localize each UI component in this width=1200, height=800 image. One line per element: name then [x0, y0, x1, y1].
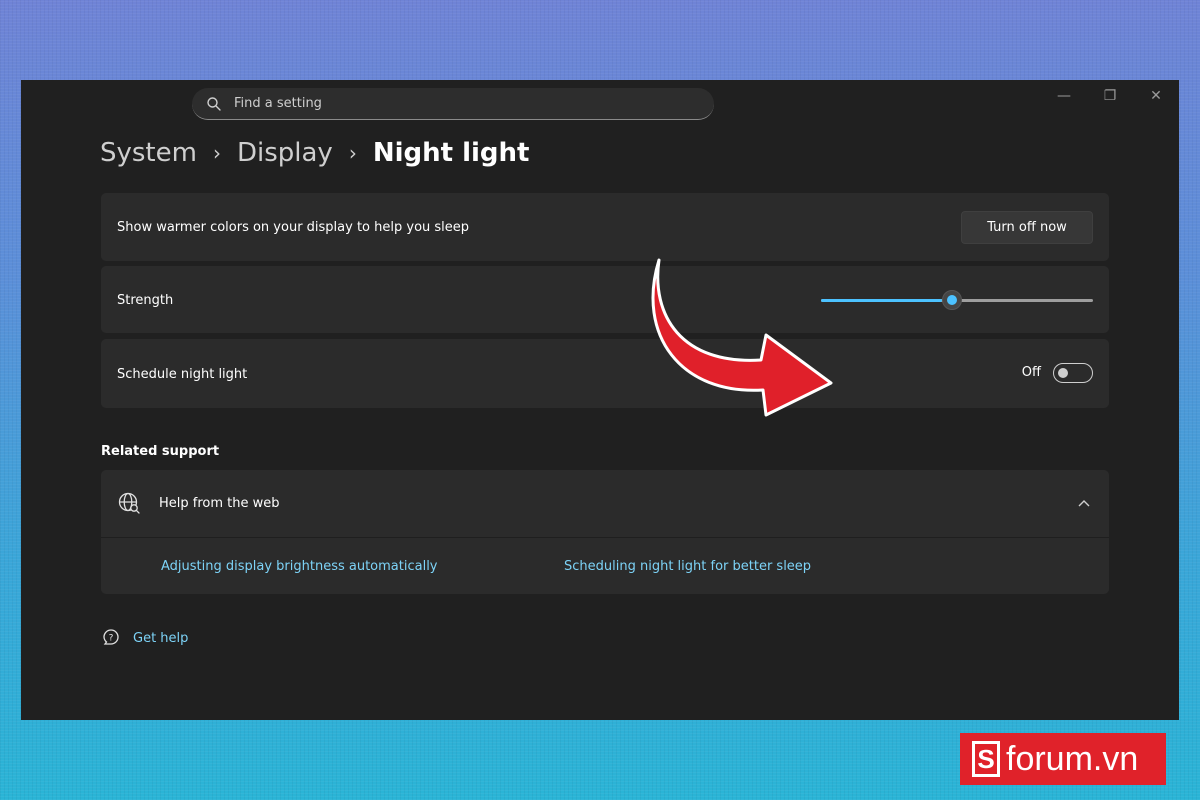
strength-slider[interactable] [821, 290, 1093, 310]
search-icon [207, 96, 221, 111]
logo-text: forum.vn [1006, 739, 1139, 778]
globe-icon [118, 492, 140, 514]
get-help-label: Get help [133, 630, 189, 646]
window-controls: — ❐ ✕ [1041, 80, 1179, 112]
help-link-schedule[interactable]: Scheduling night light for better sleep [564, 559, 811, 574]
chevron-right-icon: › [212, 141, 221, 165]
restore-button[interactable]: ❐ [1087, 80, 1133, 112]
help-link-brightness[interactable]: Adjusting display brightness automatical… [161, 559, 438, 574]
settings-window: — ❐ ✕ System › Display › Night light Sho… [21, 80, 1179, 720]
help-header[interactable]: Help from the web [101, 470, 1109, 538]
svg-text:?: ? [109, 634, 114, 644]
breadcrumb: System › Display › Night light [100, 138, 529, 168]
page-title: Night light [372, 138, 530, 168]
strength-card: Strength [101, 266, 1109, 333]
toggle-knob [1058, 368, 1068, 378]
breadcrumb-system[interactable]: System [100, 138, 197, 168]
slider-thumb-dot [946, 295, 957, 305]
turn-off-description: Show warmer colors on your display to he… [117, 220, 470, 235]
turn-off-card: Show warmer colors on your display to he… [101, 193, 1109, 261]
get-help-icon: ? [103, 629, 119, 645]
schedule-toggle[interactable] [1053, 363, 1093, 383]
chevron-right-icon: › [348, 141, 357, 165]
chevron-up-icon[interactable] [1077, 496, 1091, 510]
annotation-arrow [651, 258, 833, 417]
strength-label: Strength [117, 293, 174, 308]
help-card: Help from the web Adjusting display brig… [101, 470, 1109, 594]
watermark-logo: S forum.vn [960, 733, 1166, 785]
minimize-button[interactable]: — [1041, 80, 1087, 112]
schedule-card: Schedule night light Off [101, 339, 1109, 408]
breadcrumb-display[interactable]: Display [237, 138, 333, 168]
search-box[interactable] [192, 88, 714, 120]
logo-s-mark: S [972, 741, 1000, 777]
get-help-link[interactable]: ? Get help [101, 628, 188, 648]
close-button[interactable]: ✕ [1133, 80, 1179, 112]
related-support-heading: Related support [101, 444, 220, 459]
toggle-state-label: Off [1021, 365, 1041, 380]
search-input[interactable] [234, 96, 674, 111]
help-title: Help from the web [159, 496, 280, 511]
slider-thumb[interactable] [941, 290, 962, 310]
schedule-label: Schedule night light [117, 367, 248, 382]
turn-off-now-button[interactable]: Turn off now [961, 211, 1093, 244]
